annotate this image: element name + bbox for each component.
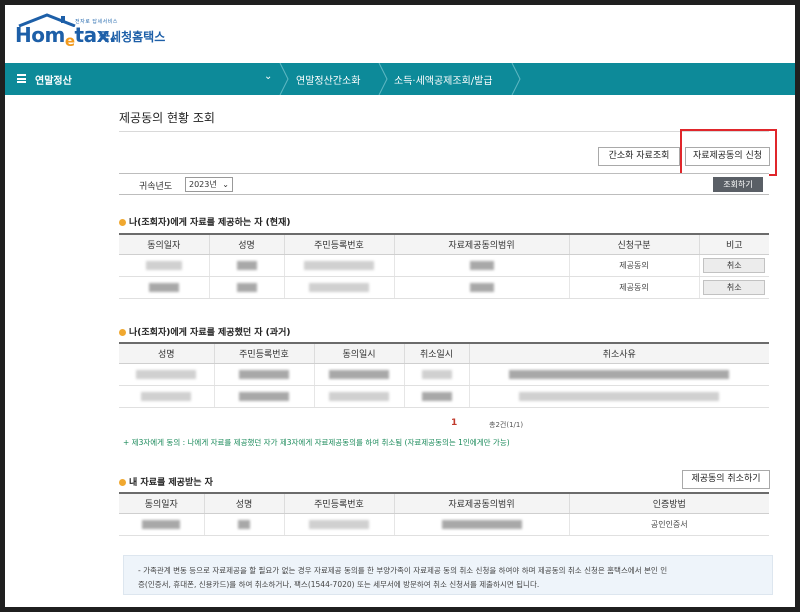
table-row bbox=[119, 363, 769, 386]
cancel-row-button[interactable]: 취소 bbox=[703, 279, 766, 295]
nav-bar: 연말정산 ⌄ 연말정산간소화 소득·세액공제조회/발급 bbox=[5, 63, 795, 95]
request-type: 제공동의 bbox=[568, 254, 699, 277]
highlight-box bbox=[680, 129, 777, 176]
col-header: 주민등록번호 bbox=[283, 492, 394, 514]
year-select[interactable]: 2023년 ⌄ bbox=[185, 177, 233, 192]
nav-item-simplified[interactable]: 연말정산간소화 bbox=[296, 72, 360, 87]
col-header: 인증방법 bbox=[568, 492, 769, 514]
bullet-icon bbox=[119, 329, 126, 336]
auth-method: 공인인증서 bbox=[568, 513, 769, 536]
table-row: 제공동의 취소 bbox=[119, 254, 769, 277]
table-row: 공인인증서 bbox=[119, 513, 769, 536]
request-type: 제공동의 bbox=[568, 276, 699, 299]
nav-separator-icon bbox=[378, 63, 388, 95]
section-recipients-title: 내 자료를 제공받는 자 bbox=[119, 475, 213, 488]
col-header: 주민등록번호 bbox=[213, 342, 314, 364]
third-party-note: + 제3자에게 동의 : 나에게 자료를 제공했던 자가 제3자에게 자료제공동… bbox=[123, 438, 510, 447]
col-header: 자료제공동의범위 bbox=[393, 492, 569, 514]
nav-separator-icon bbox=[511, 63, 521, 95]
col-header: 성명 bbox=[208, 233, 284, 255]
notice-box: - 가족관계 변동 등으로 자료제공을 할 필요가 없는 경우 자료제공 동의를… bbox=[123, 555, 773, 595]
bullet-icon bbox=[119, 219, 126, 226]
title-divider bbox=[119, 131, 769, 132]
notice-line: 증(인증서, 휴대폰, 신용카드)를 하여 취소하거나, 팩스(1544-702… bbox=[138, 580, 540, 589]
col-header: 성명 bbox=[119, 342, 214, 364]
table-row bbox=[119, 385, 769, 408]
section-past-providers-title: 나(조회자)에게 자료를 제공했던 자 (과거) bbox=[119, 325, 290, 338]
col-header: 비고 bbox=[698, 233, 769, 255]
site-header: 전자로 답세서비스 Hometax. 국세청홈택스 bbox=[5, 5, 795, 61]
col-header: 신청구분 bbox=[568, 233, 699, 255]
cancel-consent-button[interactable]: 제공동의 취소하기 bbox=[682, 470, 770, 489]
recipients-table: 동의일자 성명 주민등록번호 자료제공동의범위 인증방법 공인인증서 bbox=[119, 492, 769, 536]
window-frame: 전자로 답세서비스 Hometax. 국세청홈택스 연말정산 ⌄ 연말정산간소화… bbox=[5, 5, 795, 607]
col-header: 동의일자 bbox=[119, 233, 209, 255]
col-header: 자료제공동의범위 bbox=[393, 233, 569, 255]
table-header-row: 동의일자 성명 주민등록번호 자료제공동의범위 인증방법 bbox=[119, 492, 769, 514]
past-providers-table: 성명 주민등록번호 동의일시 취소일시 취소사유 bbox=[119, 342, 769, 408]
notice-line: - 가족관계 변동 등으로 자료제공을 할 필요가 없는 경우 자료제공 동의를… bbox=[138, 566, 668, 575]
col-header: 동의일자 bbox=[119, 492, 204, 514]
table-header-row: 동의일자 성명 주민등록번호 자료제공동의범위 신청구분 비고 bbox=[119, 233, 769, 255]
bullet-icon bbox=[119, 479, 126, 486]
col-header: 동의일시 bbox=[313, 342, 404, 364]
section-current-providers-title: 나(조회자)에게 자료를 제공하는 자 (현재) bbox=[119, 215, 290, 228]
logo-agency: 국세청홈택스 bbox=[99, 30, 166, 44]
page-title: 제공동의 현황 조회 bbox=[119, 111, 215, 125]
search-button[interactable]: 조회하기 bbox=[713, 177, 763, 192]
simple-query-button[interactable]: 간소화 자료조회 bbox=[598, 147, 680, 166]
record-count: 총2건(1/1) bbox=[489, 421, 524, 429]
nav-title[interactable]: 연말정산 bbox=[35, 72, 72, 87]
current-providers-table: 동의일자 성명 주민등록번호 자료제공동의범위 신청구분 비고 제공동의 취소 … bbox=[119, 233, 769, 299]
col-header: 주민등록번호 bbox=[283, 233, 394, 255]
cancel-row-button[interactable]: 취소 bbox=[703, 257, 766, 273]
page-number[interactable]: 1 bbox=[451, 418, 457, 428]
table-header-row: 성명 주민등록번호 동의일시 취소일시 취소사유 bbox=[119, 342, 769, 364]
col-header: 성명 bbox=[203, 492, 284, 514]
year-label: 귀속년도 bbox=[139, 182, 173, 192]
filter-bar: 귀속년도 2023년 ⌄ 조회하기 bbox=[119, 173, 769, 195]
chevron-down-icon: ⌄ bbox=[222, 180, 229, 189]
chevron-down-icon[interactable]: ⌄ bbox=[264, 71, 272, 82]
col-header: 취소사유 bbox=[468, 342, 769, 364]
nav-item-deduction[interactable]: 소득·세액공제조회/발급 bbox=[394, 72, 493, 87]
table-row: 제공동의 취소 bbox=[119, 276, 769, 299]
col-header: 취소일시 bbox=[403, 342, 469, 364]
hometax-logo[interactable]: 전자로 답세서비스 Hometax. 국세청홈택스 bbox=[13, 13, 233, 50]
nav-separator-icon bbox=[279, 63, 289, 95]
menu-icon[interactable] bbox=[17, 74, 26, 83]
